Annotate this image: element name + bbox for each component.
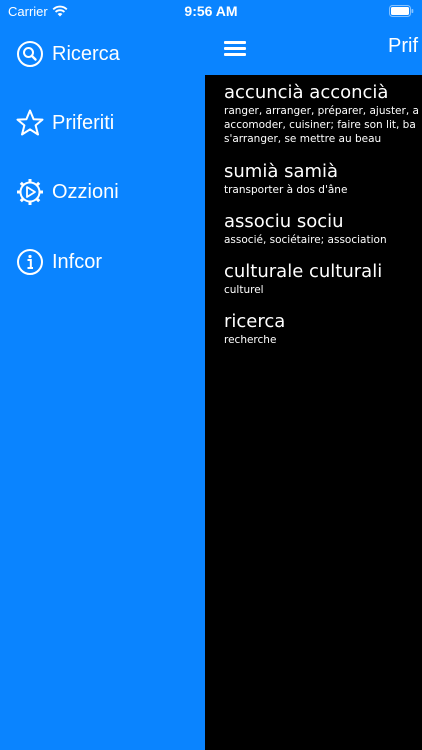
favorites-list: accuncià acconcià ranger, arranger, prép…	[205, 75, 422, 750]
menu-item-infcor[interactable]: Infcor	[16, 242, 201, 282]
search-icon	[17, 41, 43, 67]
entry-definition: recherche	[224, 334, 277, 346]
entry-term: culturale culturali	[224, 261, 383, 282]
menu-label: Infcor	[52, 250, 103, 273]
status-bar: Carrier 9:56 AM	[0, 0, 422, 24]
side-menu: Ricerca Priferiti Ozzioni Infcor	[0, 24, 205, 750]
menu-item-priferiti[interactable]: Priferiti	[16, 103, 201, 143]
menu-item-ozzioni[interactable]: Ozzioni	[16, 172, 201, 212]
menu-label: Ricerca	[52, 42, 120, 65]
main-panel: Prif accuncià acconcià ranger, arranger,…	[205, 24, 422, 750]
info-icon	[17, 249, 43, 275]
list-item[interactable]: culturale culturali culturel	[224, 261, 422, 297]
entry-term: associu sociu	[224, 211, 344, 232]
menu-label: Ozzioni	[52, 180, 119, 203]
list-item[interactable]: sumià samià transporter à dos d'âne	[224, 161, 422, 197]
menu-item-ricerca[interactable]: Ricerca	[16, 34, 201, 74]
star-icon	[16, 109, 44, 136]
entry-definition: ranger, arranger, préparer, ajuster, a a…	[224, 105, 419, 145]
entry-term: accuncià acconcià	[224, 82, 389, 103]
settings-gear-icon	[17, 179, 43, 205]
entry-term: ricerca	[224, 311, 286, 332]
page-title: Prif	[388, 35, 418, 57]
entry-term: sumià samià	[224, 161, 339, 182]
list-item[interactable]: ricerca recherche	[224, 311, 422, 347]
clock: 9:56 AM	[184, 3, 238, 19]
hamburger-icon[interactable]	[222, 38, 248, 60]
nav-bar: Prif	[205, 24, 422, 75]
entry-definition: culturel	[224, 284, 264, 296]
battery-icon	[389, 5, 414, 17]
entry-definition: transporter à dos d'âne	[224, 184, 348, 196]
entry-definition: associé, sociétaire; association	[224, 234, 387, 246]
menu-label: Priferiti	[52, 111, 115, 134]
list-item[interactable]: accuncià acconcià ranger, arranger, prép…	[224, 82, 422, 146]
list-item[interactable]: associu sociu associé, sociétaire; assoc…	[224, 211, 422, 247]
